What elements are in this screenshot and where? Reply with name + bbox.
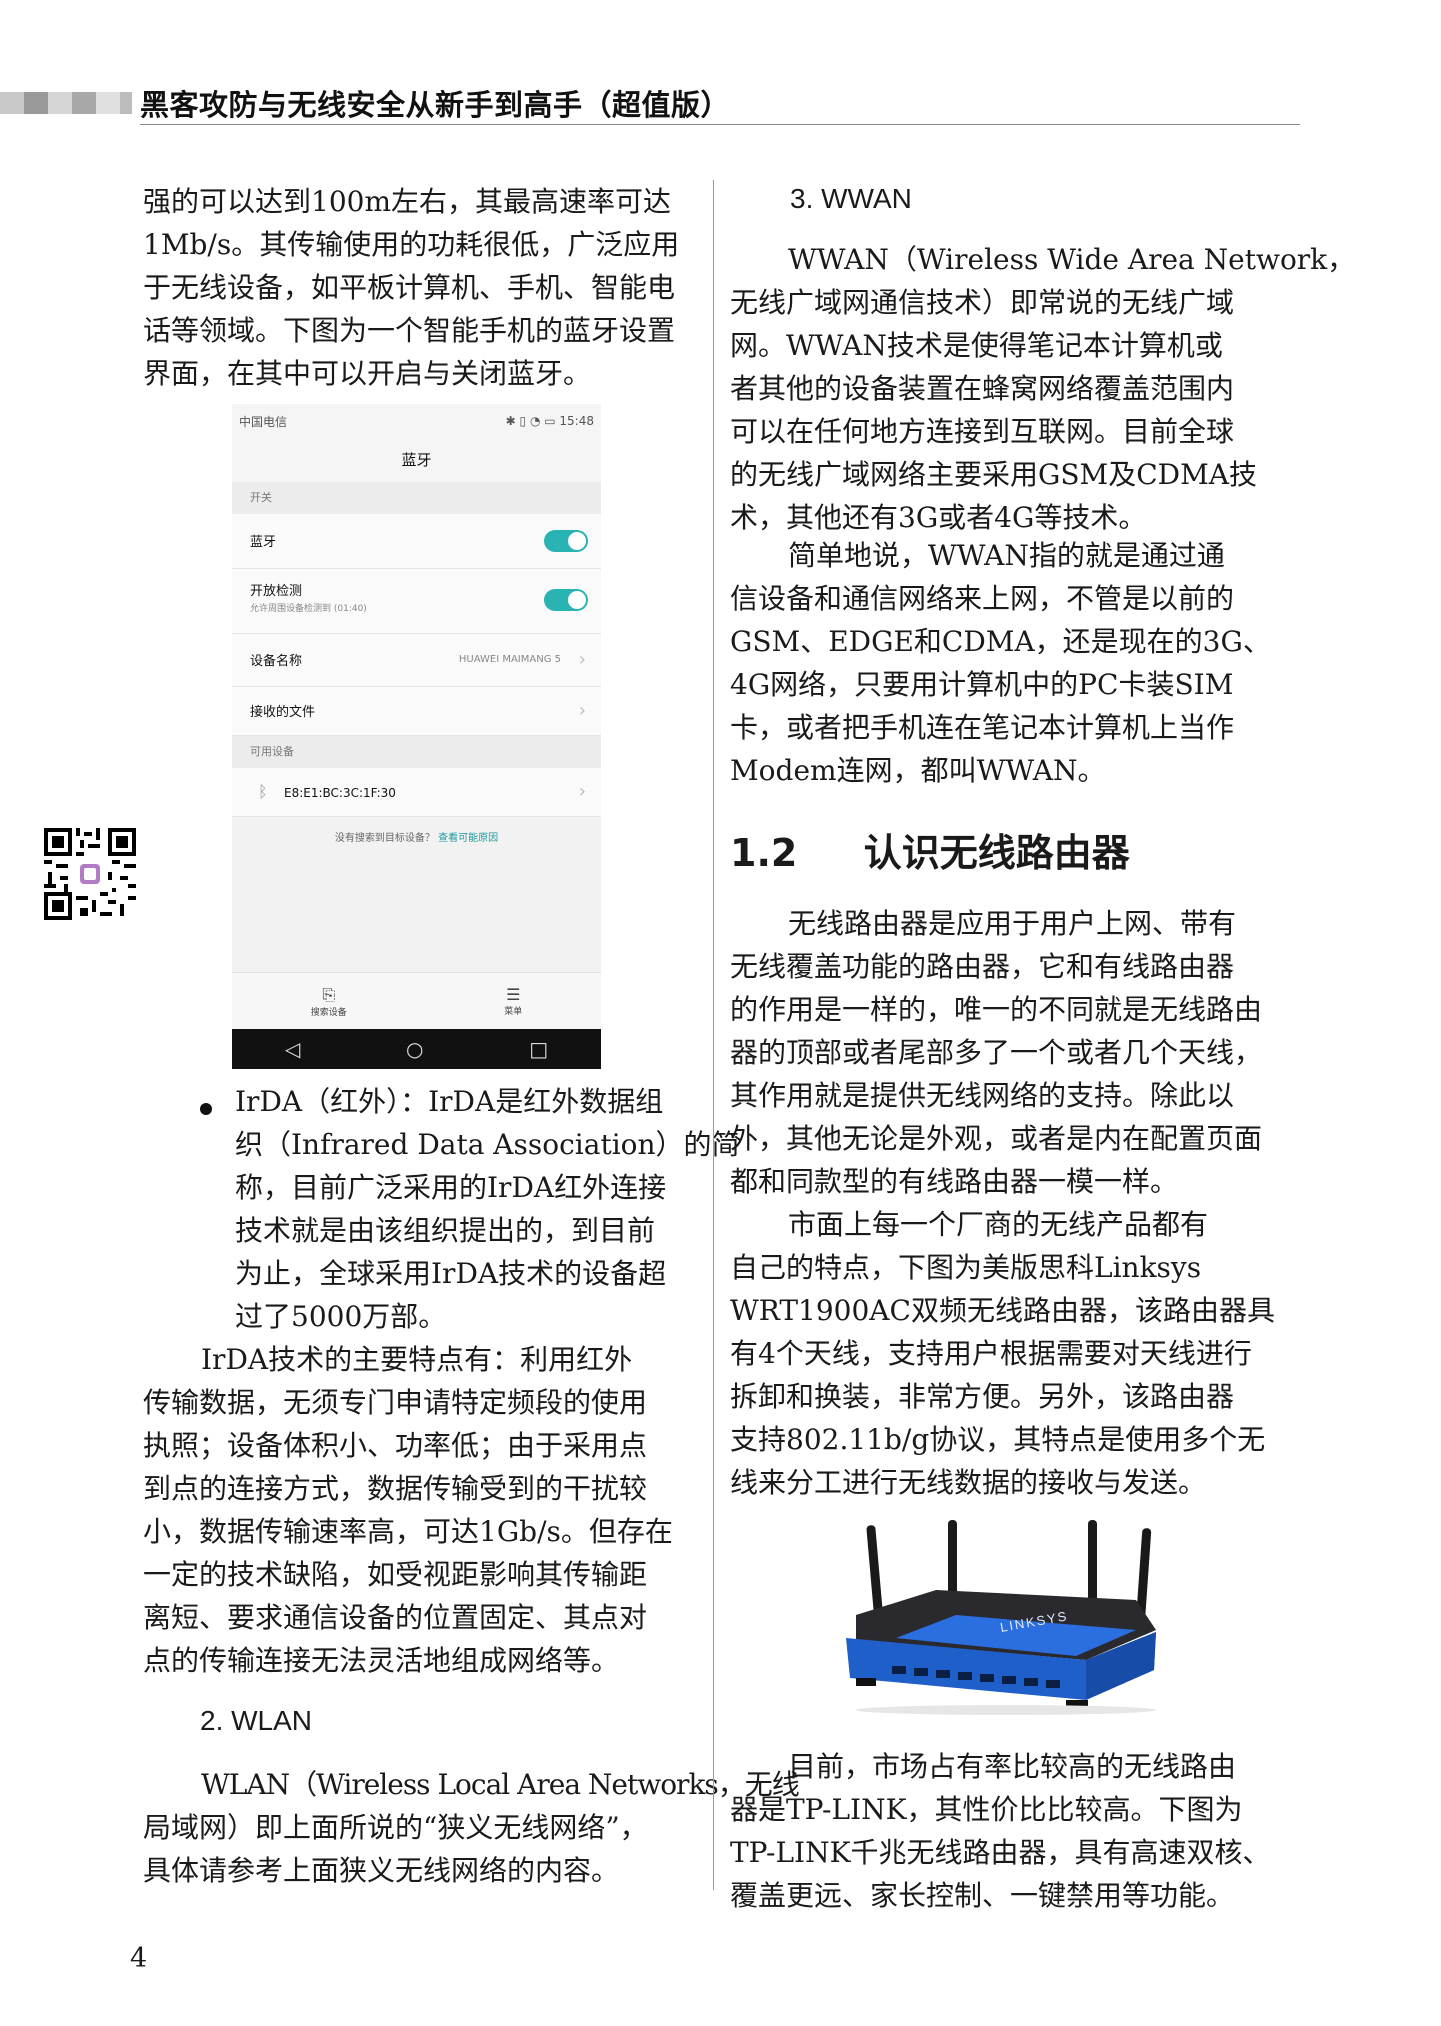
- phone-status-bar: 中国电信 ✱ ▯ ◔ ▭ 15:48: [232, 404, 601, 438]
- tab-search-devices[interactable]: ⎘ 搜索设备: [311, 985, 347, 1018]
- linksys-router-image: LINKSYS: [846, 1520, 1156, 1715]
- heading-wlan: 2. WLAN: [200, 1705, 313, 1736]
- menu-icon: ☰: [506, 985, 521, 1004]
- phone-screen-title: 蓝牙: [232, 438, 601, 482]
- bluetooth-toggle[interactable]: [544, 530, 588, 552]
- available-device-row[interactable]: ᛒ E8:E1:BC:3C:1F:30 ›: [232, 768, 601, 817]
- paragraph-bluetooth: 强的可以达到100m左右，其最高速率可达 1Mb/s。其传输使用的功耗很低，广泛…: [143, 185, 680, 390]
- phone-nav-bar: ◁ ○ □: [232, 1029, 601, 1069]
- header-decoration-bar: [0, 92, 132, 114]
- group-available-label: 可用设备: [232, 736, 601, 768]
- phone-bottom-tabs: ⎘ 搜索设备 ☰ 菜单: [232, 972, 601, 1029]
- bluetooth-icon: ᛒ: [258, 782, 268, 801]
- device-name-row[interactable]: 设备名称 HUAWEI MAIMANG 5 ›: [232, 634, 601, 687]
- heading-wwan: 3. WWAN: [790, 183, 912, 214]
- bullet-dot: [200, 1103, 212, 1115]
- not-found-hint: 没有搜索到目标设备？ 查看可能原因: [334, 833, 499, 844]
- header-rule: [140, 124, 1300, 125]
- section-title: 认识无线路由器: [863, 831, 1130, 875]
- qr-code: [44, 828, 136, 920]
- paragraph-router-1: 无线路由器是应用于用户上网、带有 无线覆盖功能的路由器，它和有线路由器 的作用是…: [730, 907, 1263, 1198]
- paragraph-wwan-1: WWAN（Wireless Wide Area Network， 无线广域网通信…: [730, 243, 1356, 534]
- section-heading: 1.2 认识无线路由器: [730, 822, 1130, 877]
- not-found-link[interactable]: 查看可能原因: [438, 833, 498, 844]
- bluetooth-toggle-row[interactable]: 蓝牙: [232, 514, 601, 569]
- page-number: 4: [130, 1943, 148, 1974]
- paragraph-router-3: 目前，市场占有率比较高的无线路由 器是TP-LINK，其性价比比较高。下图为 T…: [730, 1750, 1271, 1912]
- bluetooth-settings-screenshot: 中国电信 ✱ ▯ ◔ ▭ 15:48 蓝牙 开关 蓝牙 开放检测 允许周围设备检…: [232, 404, 601, 1069]
- status-time: ✱ ▯ ◔ ▭ 15:48: [505, 414, 594, 428]
- back-icon[interactable]: ◁: [285, 1037, 300, 1061]
- home-icon[interactable]: ○: [406, 1037, 423, 1061]
- paragraph-irda-features: IrDA技术的主要特点有：利用红外 传输数据，无须专门申请特定频段的使用 执照；…: [143, 1343, 673, 1677]
- book-title: 黑客攻防与无线安全从新手到高手（超值版）: [140, 88, 731, 122]
- carrier-label: 中国电信: [239, 414, 288, 429]
- chevron-right-icon: ›: [578, 649, 586, 670]
- recents-icon[interactable]: □: [529, 1037, 548, 1061]
- tab-menu[interactable]: ☰ 菜单: [504, 985, 522, 1017]
- chevron-right-icon: ›: [578, 700, 586, 721]
- detect-toggle[interactable]: [544, 589, 588, 611]
- chevron-right-icon: ›: [578, 781, 586, 802]
- paragraph-router-2: 市面上每一个厂商的无线产品都有 自己的特点，下图为美版思科Linksys WRT…: [730, 1208, 1275, 1499]
- section-number: 1.2: [730, 831, 798, 875]
- bullet-irda: IrDA（红外）：IrDA是红外数据组 织（Infrared Data Asso…: [235, 1085, 740, 1333]
- search-device-icon: ⎘: [322, 984, 336, 1004]
- detect-toggle-row[interactable]: 开放检测 允许周围设备检测到 (01:40): [232, 569, 601, 634]
- column-divider: [713, 180, 714, 1890]
- left-column: 强的可以达到100m左右，其最高速率可达 1Mb/s。其传输使用的功耗很低，广泛…: [143, 180, 688, 395]
- status-icons: ✱ ▯ ◔ ▭: [505, 414, 560, 428]
- paragraph-wwan-2: 简单地说，WWAN指的就是通过通 信设备和通信网络来上网，不管是以前的 GSM、…: [730, 539, 1271, 787]
- received-files-row[interactable]: 接收的文件 ›: [232, 687, 601, 736]
- group-switch-label: 开关: [232, 482, 601, 514]
- paragraph-wlan: WLAN（Wireless Local Area Networks，无线 局域网…: [143, 1768, 800, 1887]
